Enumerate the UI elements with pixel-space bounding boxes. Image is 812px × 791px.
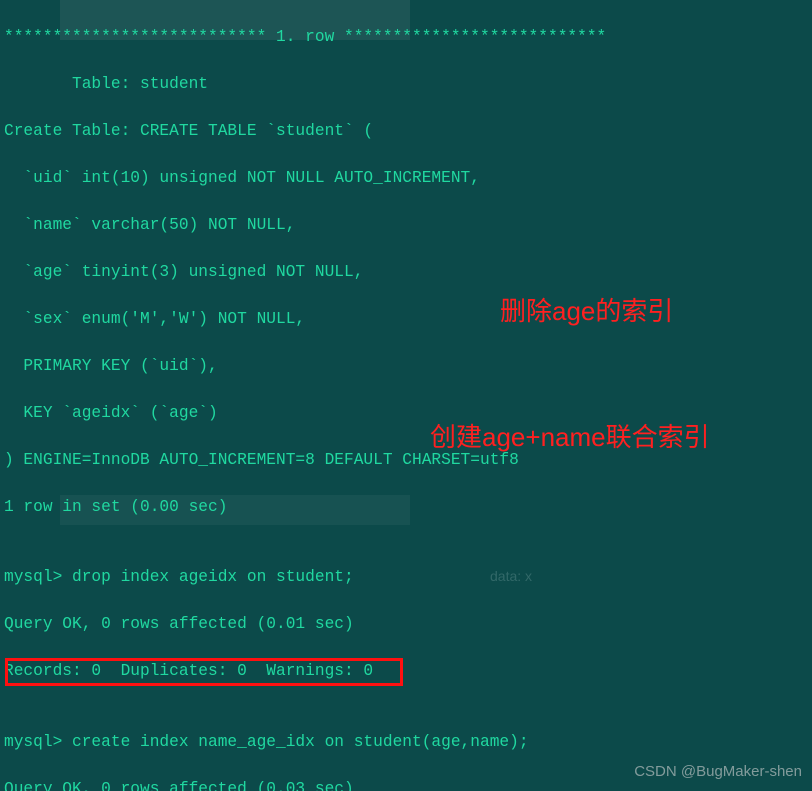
watermark: CSDN @BugMaker-shen [634,760,802,784]
terminal-line: Query OK, 0 rows affected (0.01 sec) [4,613,808,637]
terminal-line: `sex` enum('M','W') NOT NULL, [4,308,808,332]
terminal-line: Create Table: CREATE TABLE `student` ( [4,120,808,144]
terminal-line: mysql> drop index ageidx on student; [4,566,808,590]
terminal-line: mysql> create index name_age_idx on stud… [4,731,808,755]
terminal-line: PRIMARY KEY (`uid`), [4,355,808,379]
terminal-line: Table: student [4,73,808,97]
annotation-create-composite-index: 创建age+name联合索引 [430,426,710,450]
highlight-box-key-line [5,658,403,686]
terminal-line: *************************** 1. row *****… [4,26,808,50]
terminal-line: `name` varchar(50) NOT NULL, [4,214,808,238]
annotation-delete-age-index: 删除age的索引 [500,300,673,324]
terminal-line: `uid` int(10) unsigned NOT NULL AUTO_INC… [4,167,808,191]
terminal-line: 1 row in set (0.00 sec) [4,496,808,520]
terminal-line: `age` tinyint(3) unsigned NOT NULL, [4,261,808,285]
terminal-line: ) ENGINE=InnoDB AUTO_INCREMENT=8 DEFAULT… [4,449,808,473]
